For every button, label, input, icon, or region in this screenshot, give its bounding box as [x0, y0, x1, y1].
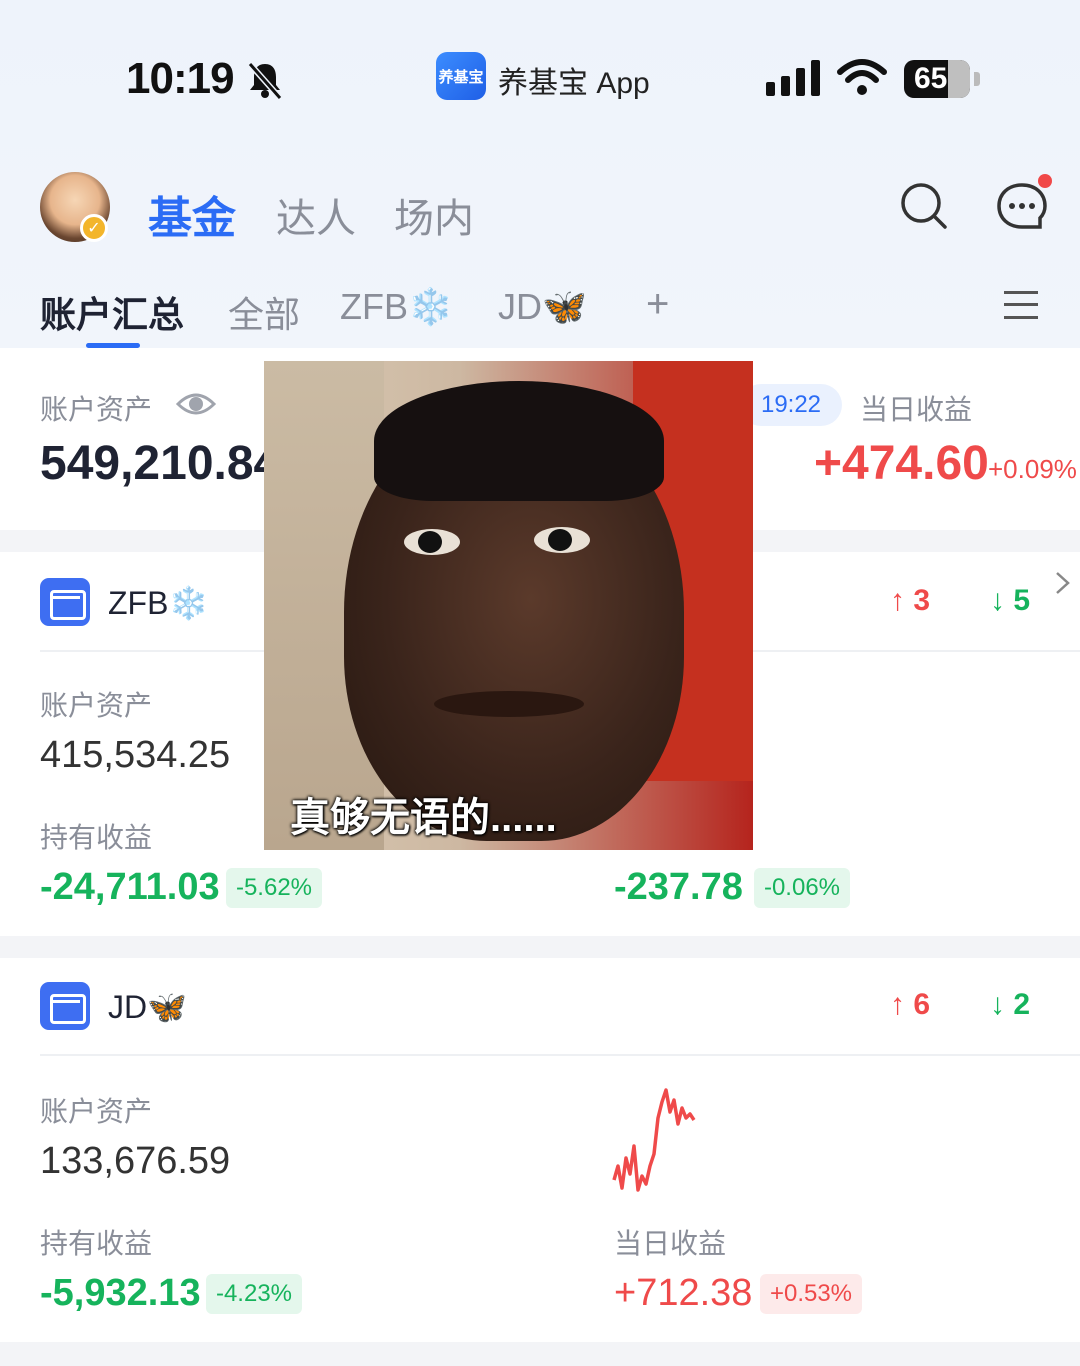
jd-holding-label: 持有收益 [40, 1228, 153, 1259]
jd-up-count: ↑ 6 [890, 988, 931, 1021]
notification-dot [1038, 174, 1052, 188]
zfb-down-count-value: 5 [1013, 584, 1031, 617]
zfb-holding-value: -24,711.03 [40, 866, 220, 908]
meme-image-overlay: 真够无语的...... [264, 361, 753, 850]
jd-down-count: ↓ 2 [990, 988, 1031, 1021]
jd-holding-value: -5,932.13 [40, 1272, 201, 1314]
status-time: 10:19 [126, 54, 235, 103]
battery-indicator: 65 [904, 60, 970, 98]
cellular-signal-icon [766, 60, 820, 96]
meme-mouth [434, 691, 584, 717]
app-name[interactable]: 养基宝 App [498, 58, 650, 102]
zfb-daily-percent: -0.06% [754, 868, 850, 908]
eye-icon[interactable] [176, 388, 216, 420]
add-account-button[interactable]: + [646, 282, 669, 327]
zfb-down-count: ↓ 5 [990, 584, 1031, 617]
jd-down-count-value: 2 [1013, 988, 1031, 1021]
zfb-assets-value: 415,534.25 [40, 734, 231, 776]
section-divider [0, 1342, 1080, 1366]
message-icon[interactable] [996, 182, 1048, 232]
bell-muted-icon [247, 62, 283, 100]
daily-trend-sparkline [612, 1088, 696, 1192]
section-divider [0, 936, 1080, 958]
meme-right-eye [534, 527, 590, 553]
update-time-badge: 19:22 [740, 384, 842, 426]
daily-income-value: +474.60 [814, 437, 989, 490]
subtab-summary[interactable]: 账户汇总 [40, 286, 184, 338]
tab-experts[interactable]: 达人 [276, 186, 356, 244]
zfb-daily-value: -237.78 [614, 866, 743, 908]
zfb-assets-label: 账户资产 [40, 690, 153, 721]
search-icon[interactable] [900, 182, 948, 230]
jd-up-count-value: 6 [913, 988, 931, 1021]
jd-holding-percent: -4.23% [206, 1274, 302, 1314]
jd-assets-label: 账户资产 [40, 1096, 153, 1127]
app-logo[interactable]: 养基宝 [436, 52, 486, 100]
jd-daily-value: +712.38 [614, 1272, 753, 1314]
zfb-holding-label: 持有收益 [40, 822, 153, 853]
meme-hair [374, 381, 664, 501]
zfb-up-count-value: 3 [913, 584, 931, 617]
tab-fund[interactable]: 基金 [148, 182, 236, 246]
wallet-icon [40, 578, 90, 626]
jd-daily-label: 当日收益 [614, 1228, 727, 1259]
zfb-up-count: ↑ 3 [890, 584, 931, 617]
menu-icon[interactable] [1004, 290, 1038, 320]
card-divider [40, 1054, 1080, 1056]
verified-badge-icon: ✓ [80, 214, 108, 242]
total-assets-value: 549,210.84 [40, 437, 281, 490]
subtab-zfb[interactable]: ZFB❄️ [340, 286, 453, 328]
zfb-holding-percent: -5.62% [226, 868, 322, 908]
battery-tip [974, 72, 980, 86]
subtab-jd[interactable]: JD🦋 [498, 286, 587, 328]
account-name-jd[interactable]: JD🦋 [108, 988, 187, 1026]
meme-caption: 真够无语的...... [290, 796, 557, 840]
daily-income-percent: +0.09% [988, 454, 1077, 484]
meme-left-eye [404, 529, 460, 555]
daily-income-label: 当日收益 [860, 394, 973, 425]
subtab-all[interactable]: 全部 [228, 286, 300, 338]
active-tab-indicator [86, 343, 140, 348]
jd-assets-value: 133,676.59 [40, 1140, 231, 1182]
total-assets-label: 账户资产 [40, 394, 153, 425]
chevron-right-icon[interactable] [1054, 570, 1072, 596]
wifi-icon [837, 59, 887, 95]
account-name-zfb[interactable]: ZFB❄️ [108, 584, 208, 622]
battery-level: 65 [914, 62, 948, 95]
jd-daily-percent: +0.53% [760, 1274, 862, 1314]
wallet-icon [40, 982, 90, 1030]
tab-exchange[interactable]: 场内 [394, 186, 474, 244]
